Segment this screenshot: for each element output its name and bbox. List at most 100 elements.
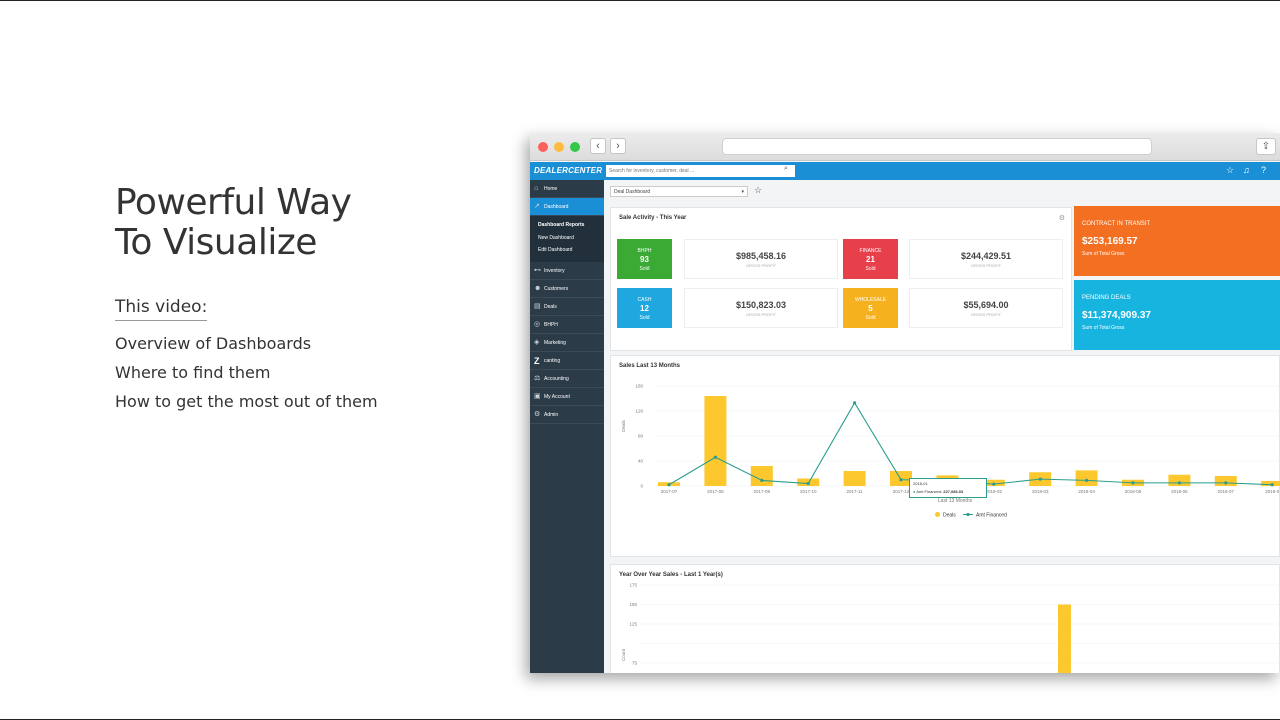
favorite-star-icon[interactable]: ☆ bbox=[754, 185, 762, 196]
submenu-header: Dashboard Reports bbox=[538, 222, 585, 228]
x-tick-label: 2018-06 bbox=[1171, 489, 1188, 494]
minimize-window-button[interactable] bbox=[554, 142, 564, 152]
main-content: Deal Dashboard ▾ ☆ Sale Activity - This … bbox=[604, 180, 1280, 673]
tile-value: 93 bbox=[640, 255, 649, 264]
dashboard-select[interactable]: Deal Dashboard ▾ bbox=[610, 186, 748, 197]
submenu-item-edit-dashboard[interactable]: Edit Dashboard bbox=[538, 247, 572, 253]
y-tick-label: 160 bbox=[635, 384, 643, 389]
sidebar-item-label: canting bbox=[544, 358, 561, 364]
gross-profit-box: $150,823.03 GROSS PROFIT bbox=[684, 288, 838, 328]
sidebar-item-label: BHPH bbox=[544, 322, 558, 328]
y-tick-label: 120 bbox=[635, 409, 643, 414]
sidebar-item-home[interactable]: ⌂ Home bbox=[530, 180, 604, 198]
bar-deals bbox=[1075, 470, 1098, 486]
star-icon[interactable]: ☆ bbox=[1226, 165, 1234, 176]
gross-profit-label: GROSS PROFIT bbox=[745, 263, 777, 268]
x-tick-label: 2018-0 bbox=[1265, 489, 1280, 494]
dealercenter-logo[interactable]: DEALERCENTER bbox=[534, 166, 602, 175]
chart-tooltip: 2018-01 ● Amt Financed: 227,086.03 bbox=[909, 478, 987, 498]
x-tick-label: 2018-02 bbox=[986, 489, 1003, 494]
y-tick-label: 150 bbox=[629, 602, 637, 607]
settings-gear-icon[interactable]: ⚙ bbox=[1059, 214, 1065, 222]
tooltip-label: Amt Financed: bbox=[916, 489, 943, 494]
sale-tile-bhph[interactable]: BHPH 93 Sold bbox=[617, 239, 672, 279]
y-axis-label: Deals bbox=[621, 420, 626, 432]
sidebar-item-bhph[interactable]: ◎ BHPH bbox=[530, 316, 604, 334]
sidebar-item-label: Marketing bbox=[544, 340, 566, 346]
point-amt-financed bbox=[1038, 477, 1042, 481]
kpi-pending-deals[interactable]: PENDING DEALS $11,374,909.37 Sum of Tota… bbox=[1074, 280, 1280, 350]
tile-sub: Sold bbox=[639, 266, 650, 272]
gross-profit-value: $55,694.00 bbox=[963, 300, 1009, 310]
tile-value: 5 bbox=[868, 304, 873, 313]
help-icon[interactable]: ? bbox=[1261, 165, 1266, 175]
scale-icon: ⚖ bbox=[534, 375, 541, 382]
app-header: DEALERCENTER ⌕ ☆ ♫ ? bbox=[530, 162, 1280, 180]
kpi-title: CONTRACT IN TRANSIT bbox=[1082, 221, 1151, 227]
slide-title: Powerful Way To Visualize bbox=[115, 182, 352, 263]
sidebar-item-inventory[interactable]: ⊷ Inventory bbox=[530, 262, 604, 280]
bar-deals bbox=[1261, 481, 1280, 486]
point-amt-financed bbox=[806, 481, 810, 486]
sidebar-item-label: Customers bbox=[544, 286, 569, 292]
tile-label: WHOLESALE bbox=[854, 297, 887, 303]
kpi-contract-in-transit[interactable]: CONTRACT IN TRANSIT $253,169.57 Sum of T… bbox=[1074, 206, 1280, 276]
topic-item: How to get the most out of them bbox=[115, 392, 378, 411]
maximize-window-button[interactable] bbox=[570, 142, 580, 152]
share-icon[interactable]: ⇪ bbox=[1256, 138, 1276, 155]
sidebar-item-admin[interactable]: ⚙ Admin bbox=[530, 406, 604, 424]
topic-item: Where to find them bbox=[115, 363, 271, 382]
sidebar-item-canting[interactable]: Z canting bbox=[530, 352, 604, 370]
home-icon: ⌂ bbox=[534, 185, 539, 192]
top-frame-line bbox=[0, 0, 1280, 1]
car-icon: ⊷ bbox=[534, 267, 541, 274]
tag-icon: ◈ bbox=[534, 339, 540, 346]
sales-chart: 0 40 80 120 160 Deals 2017-07 2017-08 2017-09 201… bbox=[621, 384, 1280, 519]
sidebar-item-label: Deals bbox=[544, 304, 557, 310]
dashboard-submenu: Dashboard Reports New Dashboard Edit Das… bbox=[530, 216, 604, 262]
gross-profit-label: GROSS PROFIT bbox=[970, 312, 1002, 317]
back-button[interactable]: ‹ bbox=[590, 138, 606, 154]
gross-profit-box: $985,458.16 GROSS PROFIT bbox=[684, 239, 838, 279]
sidebar-item-customers[interactable]: ☻ Customers bbox=[530, 280, 604, 298]
gross-profit-label: GROSS PROFIT bbox=[970, 263, 1002, 268]
tile-sub: Sold bbox=[639, 315, 650, 321]
sidebar-item-my-account[interactable]: ▣ My Account bbox=[530, 388, 604, 406]
tooltip-date: 2018-01 bbox=[913, 481, 928, 486]
kpi-title: PENDING DEALS bbox=[1082, 295, 1131, 301]
sale-tile-finance[interactable]: FINANCE 21 Sold bbox=[843, 239, 898, 279]
z-icon: Z bbox=[534, 356, 540, 366]
y-tick-label: 40 bbox=[638, 459, 644, 464]
y-tick-label: 175 bbox=[629, 583, 637, 588]
sidebar-item-accounting[interactable]: ⚖ Accounting bbox=[530, 370, 604, 388]
y-tick-label: 80 bbox=[638, 434, 644, 439]
sidebar-item-marketing[interactable]: ◈ Marketing bbox=[530, 334, 604, 352]
sidebar-item-dashboard[interactable]: ↗ Dashboard bbox=[530, 198, 604, 216]
submenu-item-new-dashboard[interactable]: New Dashboard bbox=[538, 235, 574, 241]
browser-toolbar: ‹ › ⇪ bbox=[530, 133, 1280, 161]
sidebar-item-deals[interactable]: ▤ Deals bbox=[530, 298, 604, 316]
y-axis-label: Count bbox=[621, 648, 626, 661]
gross-profit-value: $150,823.03 bbox=[735, 300, 787, 310]
sidebar-item-label: My Account bbox=[544, 394, 570, 400]
sidebar: ⌂ Home ↗ Dashboard Dashboard Reports New… bbox=[530, 180, 604, 673]
sidebar-item-label: Home bbox=[544, 186, 558, 192]
sidebar-item-label: Admin bbox=[544, 412, 559, 418]
address-bar[interactable] bbox=[722, 138, 1152, 155]
bar-deals bbox=[1214, 476, 1237, 486]
sale-tile-cash[interactable]: CASH 12 Sold bbox=[617, 288, 672, 328]
panel-title: Sale Activity - This Year bbox=[619, 215, 687, 221]
forward-button[interactable]: › bbox=[610, 138, 626, 154]
x-tick-label: 2017-10 bbox=[800, 489, 817, 494]
close-window-button[interactable] bbox=[538, 142, 548, 152]
legend-dot-amt-financed bbox=[966, 512, 970, 517]
global-search-input[interactable] bbox=[606, 165, 795, 177]
x-tick-label: 2017-12 bbox=[893, 489, 910, 494]
x-tick-label: 2017-08 bbox=[707, 489, 724, 494]
sale-tile-wholesale[interactable]: WHOLESALE 5 Sold bbox=[843, 288, 898, 328]
legend-swatch-deals bbox=[935, 512, 940, 517]
bell-icon[interactable]: ♫ bbox=[1243, 165, 1250, 175]
bhph-icon: ◎ bbox=[534, 321, 541, 328]
gross-profit-box: $244,429.51 GROSS PROFIT bbox=[909, 239, 1063, 279]
search-icon[interactable]: ⌕ bbox=[784, 165, 788, 173]
